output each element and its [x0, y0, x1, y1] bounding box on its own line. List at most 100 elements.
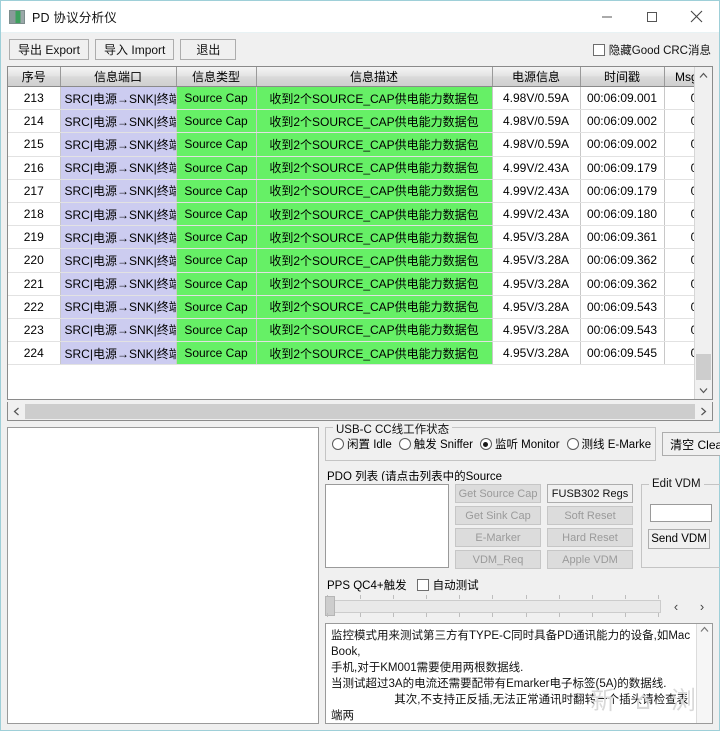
column-header-power[interactable]: 电源信息 — [492, 67, 580, 87]
soft-reset-button[interactable]: Soft Reset — [547, 506, 633, 525]
table-row[interactable]: 220SRC|电源→SNK|终端Source Cap收到2个SOURCE_CAP… — [8, 249, 694, 272]
column-header-seq[interactable]: 序号 — [8, 67, 60, 87]
title-bar: PD 协议分析仪 — [1, 1, 719, 33]
cell-power: 4.95V/3.28A — [492, 318, 580, 341]
cell-time: 00:06:09.543 — [580, 318, 664, 341]
cell-msgid: 0 — [664, 295, 694, 318]
checkbox-icon — [593, 44, 605, 56]
table-row[interactable]: 216SRC|电源→SNK|终端Source Cap收到2个SOURCE_CAP… — [8, 156, 694, 179]
vdm-req-button[interactable]: VDM_Req — [455, 550, 541, 569]
table-row[interactable]: 213SRC|电源→SNK|终端Source Cap收到2个SOURCE_CAP… — [8, 87, 694, 110]
clear-button[interactable]: 清空 Clear — [662, 432, 720, 456]
hide-good-crc-checkbox[interactable]: 隐藏Good CRC消息 — [593, 42, 711, 58]
maximize-icon[interactable] — [629, 1, 674, 32]
pdo-buttons-left: Get Source Cap Get Sink Cap E-Marker VDM… — [455, 484, 541, 569]
vertical-scroll-track[interactable] — [695, 84, 712, 382]
info-scrollbar[interactable] — [696, 624, 712, 723]
table-row[interactable]: 223SRC|电源→SNK|终端Source Cap收到2个SOURCE_CAP… — [8, 318, 694, 341]
radio-icon — [332, 438, 344, 450]
radio-icon — [399, 438, 411, 450]
cell-msgid: 0 — [664, 202, 694, 225]
radio-idle[interactable]: 闲置 Idle — [332, 436, 392, 452]
table-row[interactable]: 217SRC|电源→SNK|终端Source Cap收到2个SOURCE_CAP… — [8, 179, 694, 202]
hide-good-crc-label: 隐藏Good CRC消息 — [609, 42, 711, 58]
lower-section: USB-C CC线工作状态 闲置 Idle 触发 Sniffer 监听 Moni… — [1, 421, 719, 730]
radio-emarker[interactable]: 测线 E-Marke — [567, 436, 652, 452]
get-source-cap-button[interactable]: Get Source Cap — [455, 484, 541, 503]
table-row[interactable]: 221SRC|电源→SNK|终端Source Cap收到2个SOURCE_CAP… — [8, 272, 694, 295]
apple-vdm-button[interactable]: Apple VDM — [547, 550, 633, 569]
table-row[interactable]: 219SRC|电源→SNK|终端Source Cap收到2个SOURCE_CAP… — [8, 226, 694, 249]
exit-button[interactable]: 退出 — [180, 39, 236, 60]
info-text: 监控模式用来测试第三方有TYPE-C同时具备PD通讯能力的设备,如Mac Boo… — [326, 624, 696, 723]
scroll-down-icon[interactable] — [695, 382, 712, 399]
cell-type: Source Cap — [176, 342, 256, 365]
table-vertical-scrollbar[interactable] — [694, 67, 712, 399]
radio-sniffer[interactable]: 触发 Sniffer — [399, 436, 473, 452]
cc-status-group: USB-C CC线工作状态 闲置 Idle 触发 Sniffer 监听 Moni… — [325, 427, 656, 461]
pps-slider-row: ‹ › — [325, 595, 713, 617]
cell-power: 4.98V/0.59A — [492, 110, 580, 133]
table-horizontal-scrollbar[interactable] — [7, 402, 713, 421]
minimize-icon[interactable] — [584, 1, 629, 32]
cc-status-row: USB-C CC线工作状态 闲置 Idle 触发 Sniffer 监听 Moni… — [325, 427, 713, 461]
pps-slider[interactable] — [325, 595, 661, 617]
cell-power: 4.98V/0.59A — [492, 87, 580, 110]
info-line-4: 其次,不支持正反插,无法正常通讯时翻转一个插头请检查表端两 — [331, 692, 691, 723]
table-row[interactable]: 224SRC|电源→SNK|终端Source Cap收到2个SOURCE_CAP… — [8, 342, 694, 365]
pdo-list[interactable] — [325, 484, 449, 568]
cell-msgid: 0 — [664, 156, 694, 179]
cell-seq: 223 — [8, 318, 60, 341]
cell-port: SRC|电源→SNK|终端 — [60, 110, 176, 133]
waveform-panel[interactable] — [7, 427, 319, 724]
auto-test-checkbox[interactable]: 自动测试 — [417, 577, 479, 593]
column-header-time[interactable]: 时间戳 — [580, 67, 664, 87]
scroll-up-icon[interactable] — [695, 67, 712, 84]
e-marker-button[interactable]: E-Marker — [455, 528, 541, 547]
export-button[interactable]: 导出 Export — [9, 39, 89, 60]
send-vdm-button[interactable]: Send VDM — [648, 529, 710, 549]
vdm-input[interactable] — [650, 504, 712, 522]
app-icon — [9, 10, 25, 24]
table-rows: 213SRC|电源→SNK|终端Source Cap收到2个SOURCE_CAP… — [8, 87, 694, 365]
cell-port: SRC|电源→SNK|终端 — [60, 87, 176, 110]
cell-port: SRC|电源→SNK|终端 — [60, 295, 176, 318]
cell-type: Source Cap — [176, 202, 256, 225]
cell-seq: 213 — [8, 87, 60, 110]
app-window: PD 协议分析仪 导出 Export 导入 Import 退出 隐藏Good C… — [0, 0, 720, 731]
scroll-right-icon[interactable] — [695, 403, 712, 420]
horizontal-scroll-track[interactable] — [25, 403, 695, 420]
radio-monitor[interactable]: 监听 Monitor — [480, 436, 560, 452]
table-row[interactable]: 214SRC|电源→SNK|终端Source Cap收到2个SOURCE_CAP… — [8, 110, 694, 133]
cell-time: 00:06:09.543 — [580, 295, 664, 318]
get-sink-cap-button[interactable]: Get Sink Cap — [455, 506, 541, 525]
import-button[interactable]: 导入 Import — [95, 39, 174, 60]
cell-time: 00:06:09.361 — [580, 226, 664, 249]
column-header-port[interactable]: 信息端口 — [60, 67, 176, 87]
hard-reset-button[interactable]: Hard Reset — [547, 528, 633, 547]
cell-desc: 收到2个SOURCE_CAP供电能力数据包 — [256, 249, 492, 272]
cell-time: 00:06:09.001 — [580, 87, 664, 110]
cell-msgid: 0 — [664, 133, 694, 156]
cell-desc: 收到2个SOURCE_CAP供电能力数据包 — [256, 87, 492, 110]
cell-seq: 221 — [8, 272, 60, 295]
cell-desc: 收到2个SOURCE_CAP供电能力数据包 — [256, 110, 492, 133]
fusb302-regs-button[interactable]: FUSB302 Regs — [547, 484, 633, 503]
cell-type: Source Cap — [176, 272, 256, 295]
column-header-msgid[interactable]: Msg ID — [664, 67, 694, 87]
table-row[interactable]: 215SRC|电源→SNK|终端Source Cap收到2个SOURCE_CAP… — [8, 133, 694, 156]
pps-row: PPS QC4+触发 自动测试 — [327, 577, 713, 593]
close-icon[interactable] — [674, 1, 719, 32]
prev-button[interactable]: ‹ — [665, 596, 687, 616]
table-row[interactable]: 218SRC|电源→SNK|终端Source Cap收到2个SOURCE_CAP… — [8, 202, 694, 225]
table-row[interactable]: 222SRC|电源→SNK|终端Source Cap收到2个SOURCE_CAP… — [8, 295, 694, 318]
info-panel[interactable]: 监控模式用来测试第三方有TYPE-C同时具备PD通讯能力的设备,如Mac Boo… — [325, 623, 713, 724]
column-header-desc[interactable]: 信息描述 — [256, 67, 492, 87]
column-header-type[interactable]: 信息类型 — [176, 67, 256, 87]
horizontal-scroll-thumb[interactable] — [25, 404, 695, 419]
scroll-left-icon[interactable] — [8, 403, 25, 420]
next-button[interactable]: › — [691, 596, 713, 616]
cell-seq: 217 — [8, 179, 60, 202]
cell-desc: 收到2个SOURCE_CAP供电能力数据包 — [256, 133, 492, 156]
vertical-scroll-thumb[interactable] — [696, 354, 711, 380]
